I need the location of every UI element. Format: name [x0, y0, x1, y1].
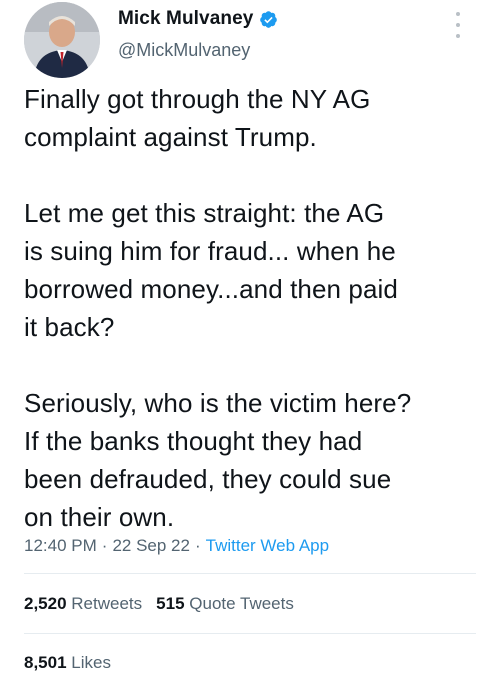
likes-count: 8,501	[24, 653, 67, 672]
quote-tweets-label: Quote Tweets	[189, 594, 294, 613]
divider	[24, 573, 476, 574]
tweet-date[interactable]: 22 Sep 22	[112, 536, 190, 555]
verified-badge-icon	[259, 10, 278, 29]
retweets-stat[interactable]: 2,520 Retweets	[24, 594, 142, 613]
display-name-row: Mick Mulvaney	[118, 8, 278, 30]
tweet-text: Finally got through the NY AG complaint …	[24, 84, 412, 532]
tweet-header: Mick Mulvaney @MickMulvaney	[0, 0, 484, 92]
avatar[interactable]	[24, 2, 100, 78]
separator: ·	[101, 536, 108, 555]
likes-stats-row: 8,501 Likes	[24, 653, 111, 673]
engagement-stats-row: 2,520 Retweets 515 Quote Tweets	[24, 594, 294, 614]
profile-photo-icon	[24, 2, 100, 78]
display-name[interactable]: Mick Mulvaney	[118, 8, 253, 30]
tweet-source-link[interactable]: Twitter Web App	[206, 536, 329, 555]
quote-tweets-stat[interactable]: 515 Quote Tweets	[156, 594, 294, 613]
separator: ·	[194, 536, 201, 555]
handle[interactable]: @MickMulvaney	[118, 40, 250, 61]
retweets-label: Retweets	[71, 594, 143, 613]
tweet-detail: Mick Mulvaney @MickMulvaney Finally got …	[0, 0, 484, 682]
likes-label: Likes	[71, 653, 111, 672]
likes-stat[interactable]: 8,501 Likes	[24, 653, 111, 672]
tweet-meta: 12:40 PM · 22 Sep 22 · Twitter Web App	[24, 536, 329, 556]
divider	[24, 633, 476, 634]
retweets-count: 2,520	[24, 594, 67, 613]
quote-tweets-count: 515	[156, 594, 185, 613]
tweet-time[interactable]: 12:40 PM	[24, 536, 97, 555]
more-options-icon[interactable]	[452, 12, 464, 38]
